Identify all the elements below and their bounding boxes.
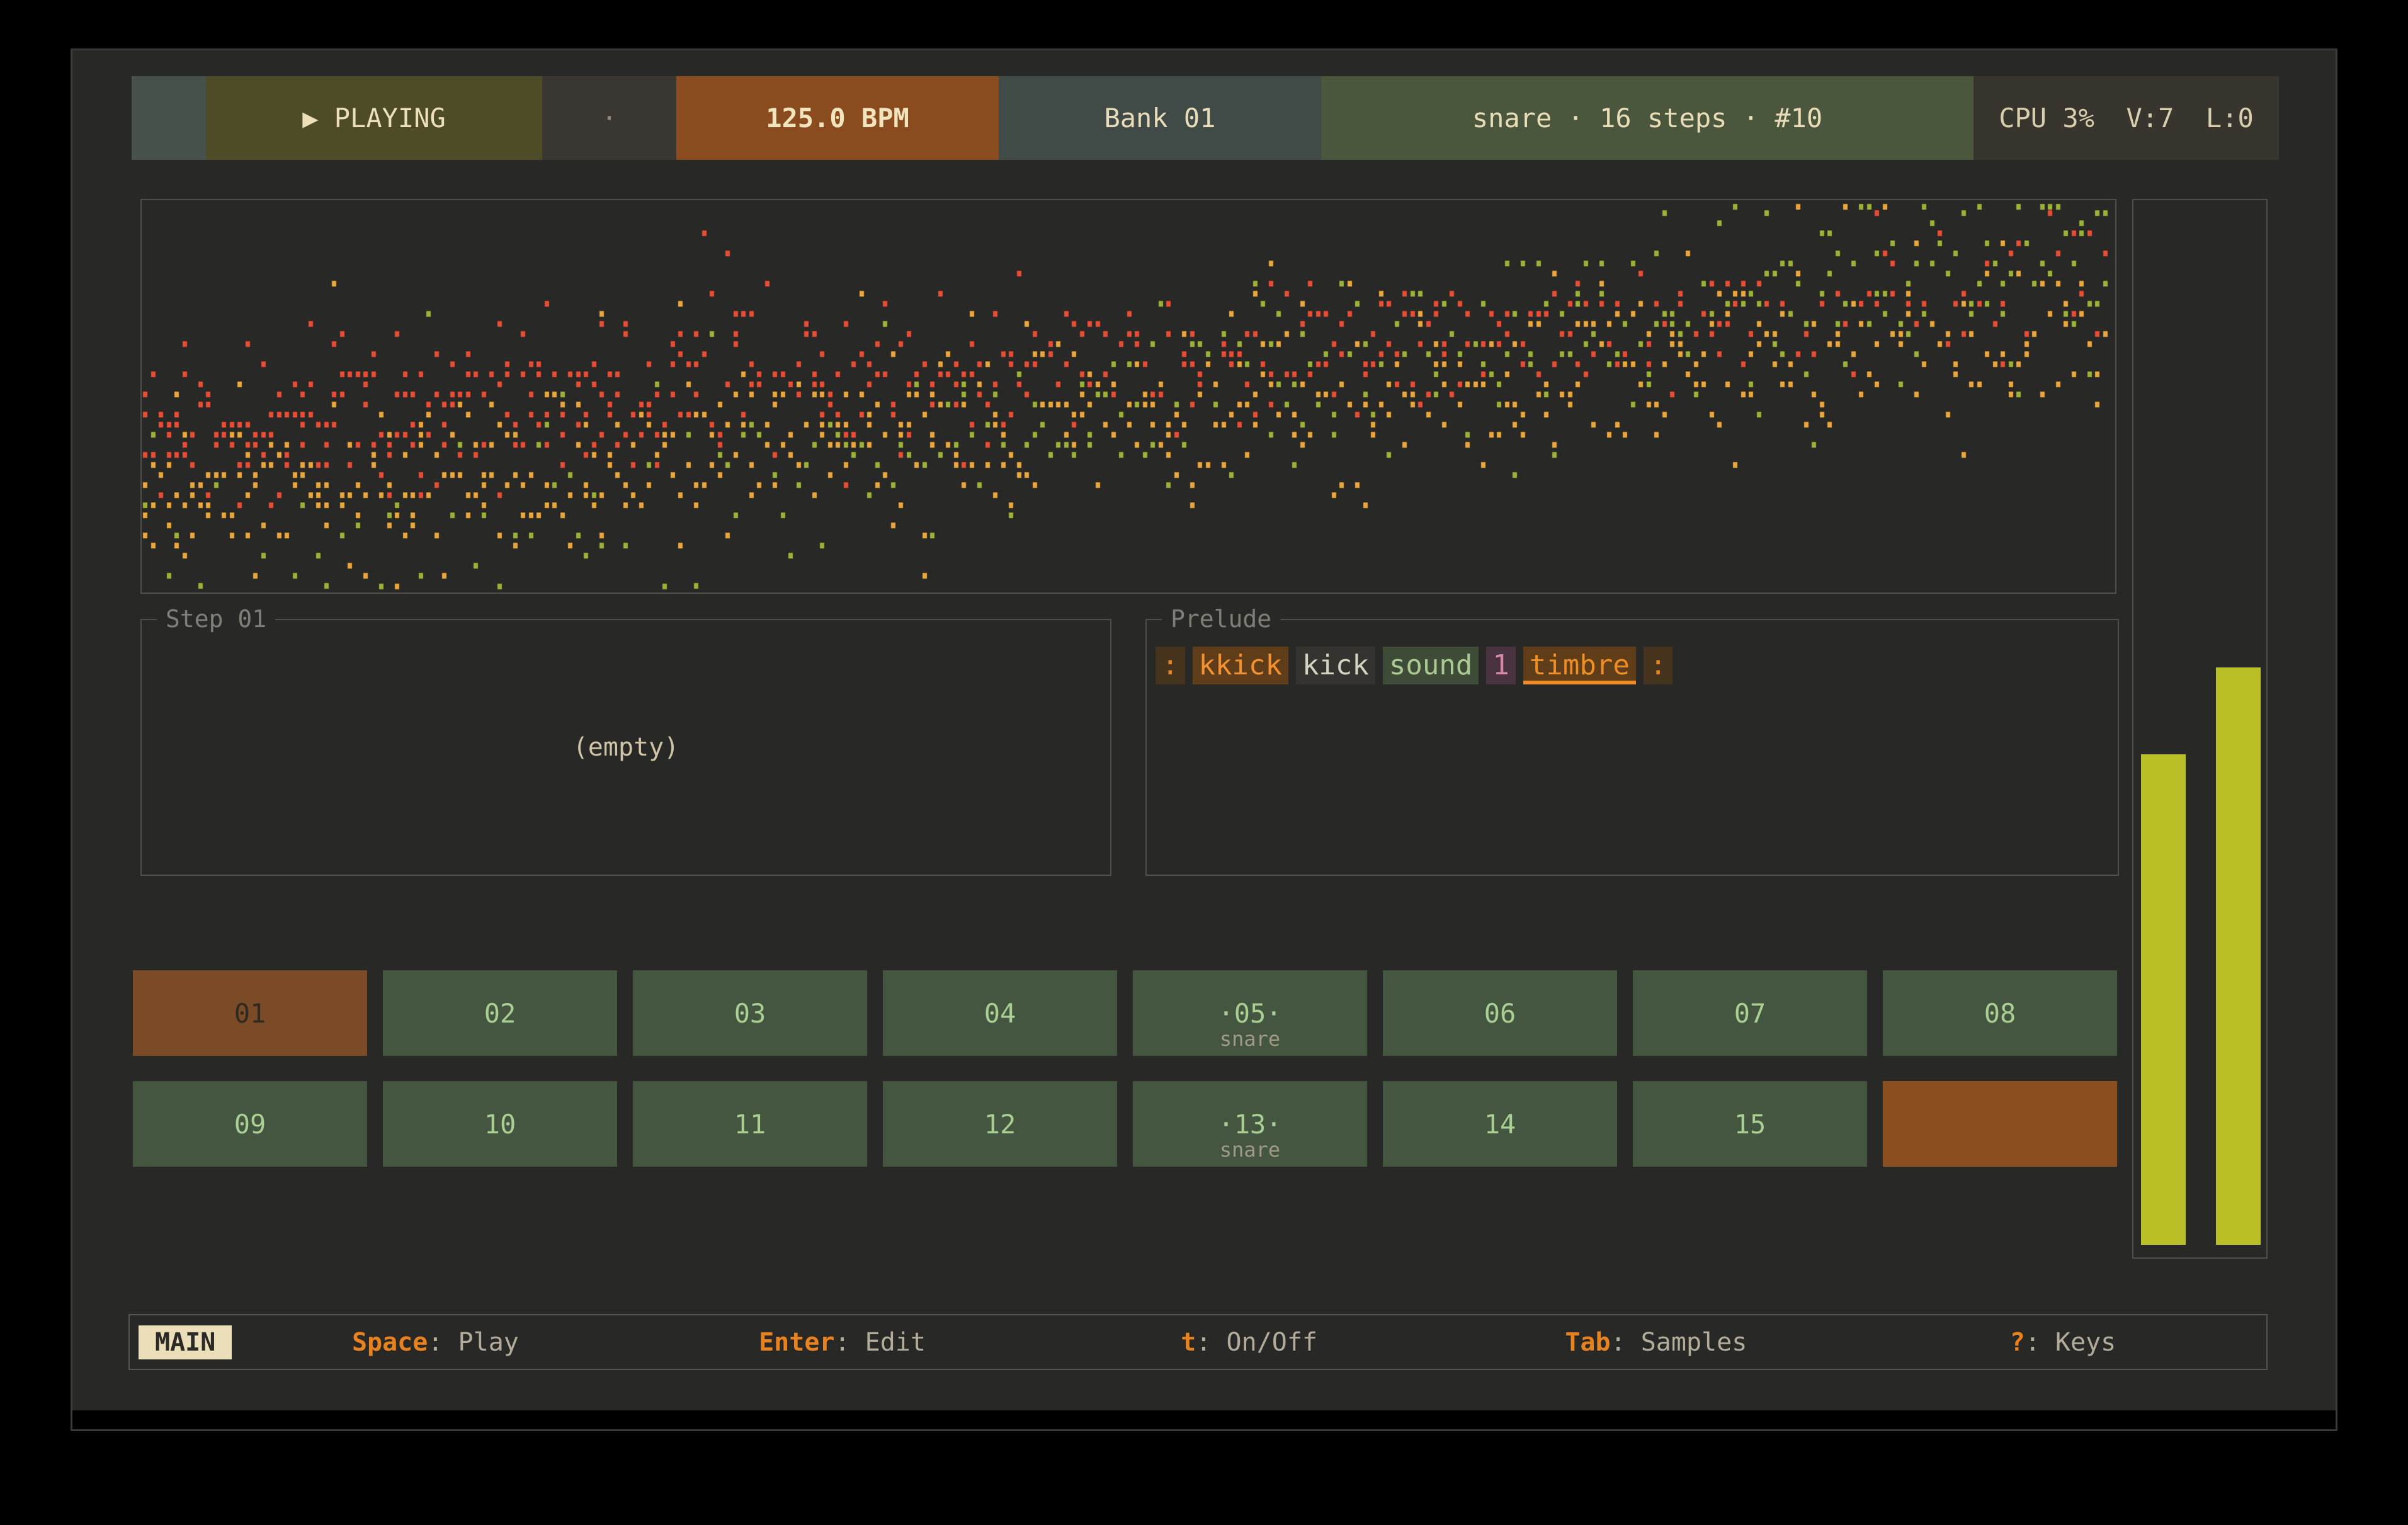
level-meters-panel xyxy=(2132,199,2268,1259)
step-button-09[interactable]: 09 xyxy=(133,1081,367,1167)
shortcut-key: Space xyxy=(352,1328,428,1357)
prelude-token-3[interactable]: sound xyxy=(1383,647,1479,684)
shortcut-hints: Space: PlayEnter: Editt: On/OffTab: Samp… xyxy=(232,1328,2266,1357)
step-button-05[interactable]: ·05·snare xyxy=(1133,970,1367,1056)
shortcut-key: t xyxy=(1181,1328,1196,1357)
shortcut-key: Enter xyxy=(759,1328,834,1357)
desktop-background: ▶ PLAYING·125.0 BPMBank 01snare · 16 ste… xyxy=(0,0,2408,1525)
prelude-panel: Prelude :kkickkicksound1timbre: xyxy=(1145,619,2119,876)
step-button-label: 06 xyxy=(1484,998,1516,1029)
topbar-segment-bank[interactable]: Bank 01 xyxy=(999,76,1321,160)
step-button-grid: 01020304·05·snare06070809101112·13·snare… xyxy=(133,970,2117,1167)
shortcut-label: : Samples xyxy=(1611,1328,1747,1357)
prelude-token-0[interactable]: : xyxy=(1156,647,1185,684)
step-button-08[interactable]: 08 xyxy=(1883,970,2117,1056)
step-button-label: ·13· xyxy=(1218,1109,1281,1140)
step-button-01[interactable]: 01 xyxy=(133,970,367,1056)
step-button-label: 11 xyxy=(734,1109,766,1140)
step-button-04[interactable]: 04 xyxy=(883,970,1117,1056)
step-button-07[interactable]: 07 xyxy=(1633,970,1867,1056)
step-empty-label: (empty) xyxy=(142,620,1110,875)
topbar-segment-spacer xyxy=(132,76,206,160)
topbar-segment-transport[interactable]: ▶ PLAYING xyxy=(206,76,542,160)
step-button-03[interactable]: 03 xyxy=(633,970,867,1056)
step-button-06[interactable]: 06 xyxy=(1383,970,1617,1056)
step-button-label: 01 xyxy=(234,998,266,1029)
shortcut-key: ? xyxy=(2010,1328,2025,1357)
step-button-sublabel: snare xyxy=(1133,1138,1367,1162)
shortcut-samples: Tab: Samples xyxy=(1453,1328,1860,1357)
pattern-visualizer-canvas xyxy=(142,200,2115,592)
prelude-code-line[interactable]: :kkickkicksound1timbre: xyxy=(1156,647,1673,684)
shortcut-keys: ?: Keys xyxy=(1860,1328,2266,1357)
prelude-token-5[interactable]: timbre xyxy=(1523,647,1636,684)
topbar-segment-track[interactable]: snare · 16 steps · #10 xyxy=(1321,76,1974,160)
prelude-token-2[interactable]: kick xyxy=(1296,647,1375,684)
prelude-panel-title: Prelude xyxy=(1162,605,1280,633)
step-button-label: 10 xyxy=(484,1109,516,1140)
step-button-label: 08 xyxy=(1984,998,2016,1029)
step-panel: Step 01 (empty) xyxy=(140,619,1111,876)
prelude-token-1[interactable]: kkick xyxy=(1193,647,1288,684)
top-status-bar: ▶ PLAYING·125.0 BPMBank 01snare · 16 ste… xyxy=(132,76,2279,160)
step-button-11[interactable]: 11 xyxy=(633,1081,867,1167)
step-button-sublabel: snare xyxy=(1133,1027,1367,1051)
shortcut-label: : On/Off xyxy=(1196,1328,1317,1357)
step-button-label: 04 xyxy=(984,998,1016,1029)
shortcut-label: : Keys xyxy=(2025,1328,2116,1357)
shortcut-key: Tab xyxy=(1565,1328,1610,1357)
level-meter-right xyxy=(2216,667,2261,1245)
mode-badge: MAIN xyxy=(139,1325,232,1359)
pattern-visualizer-panel xyxy=(140,199,2116,594)
step-button-label: 02 xyxy=(484,998,516,1029)
step-button-label: 09 xyxy=(234,1109,266,1140)
step-button-12[interactable]: 12 xyxy=(883,1081,1117,1167)
prelude-token-6[interactable]: : xyxy=(1644,647,1673,684)
step-button-16[interactable] xyxy=(1883,1081,2117,1167)
step-button-label: 12 xyxy=(984,1109,1016,1140)
shortcut-on/off: t: On/Off xyxy=(1046,1328,1453,1357)
shortcut-label: : Play xyxy=(428,1328,519,1357)
step-button-14[interactable]: 14 xyxy=(1383,1081,1617,1167)
shortcut-edit: Enter: Edit xyxy=(639,1328,1045,1357)
shortcut-label: : Edit xyxy=(835,1328,926,1357)
step-button-label: 15 xyxy=(1734,1109,1766,1140)
step-button-15[interactable]: 15 xyxy=(1633,1081,1867,1167)
topbar-segment-separator: · xyxy=(542,76,676,160)
step-button-02[interactable]: 02 xyxy=(383,970,617,1056)
step-button-label: ·05· xyxy=(1218,998,1281,1029)
bottom-status-bar: MAIN Space: PlayEnter: Editt: On/OffTab:… xyxy=(128,1314,2268,1370)
app-window: ▶ PLAYING·125.0 BPMBank 01snare · 16 ste… xyxy=(71,48,2337,1431)
shortcut-play: Space: Play xyxy=(232,1328,639,1357)
step-button-13[interactable]: ·13·snare xyxy=(1133,1081,1367,1167)
step-button-label: 03 xyxy=(734,998,766,1029)
step-button-10[interactable]: 10 xyxy=(383,1081,617,1167)
topbar-segment-cpu: CPU 3% V:7 L:0 xyxy=(1974,76,2279,160)
level-meter-left xyxy=(2141,754,2186,1245)
step-button-label: 07 xyxy=(1734,998,1766,1029)
topbar-segment-bpm[interactable]: 125.0 BPM xyxy=(676,76,999,160)
prelude-token-4[interactable]: 1 xyxy=(1486,647,1516,684)
step-button-label: 14 xyxy=(1484,1109,1516,1140)
